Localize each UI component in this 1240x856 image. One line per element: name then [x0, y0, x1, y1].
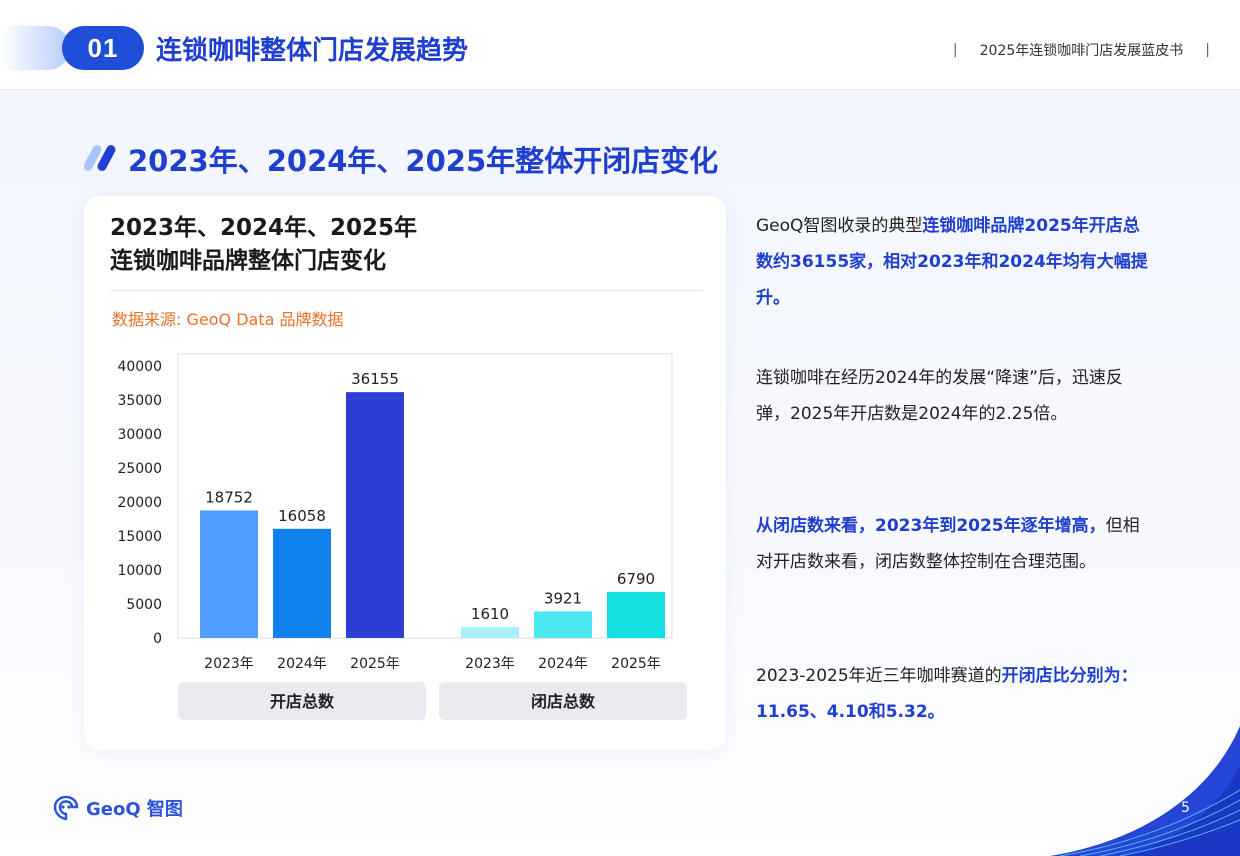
- data-label: 1610: [471, 605, 509, 623]
- x-tick-label: 2024年: [538, 656, 588, 672]
- y-tick-label: 0: [153, 631, 162, 647]
- geoq-logo-icon: [53, 795, 79, 821]
- paragraph-4-lead: 2023-2025年近三年咖啡赛道的: [756, 666, 1002, 686]
- data-source: 数据来源: GeoQ Data 品牌数据: [112, 310, 344, 329]
- bar: [346, 392, 404, 638]
- slash-marks-icon: [84, 145, 116, 171]
- bar: [534, 611, 592, 638]
- data-label: 3921: [544, 589, 582, 607]
- corner-decoration: [1050, 726, 1240, 856]
- group-label: 闭店总数: [531, 692, 596, 711]
- header-glow: [0, 26, 70, 70]
- data-label: 18752: [205, 488, 253, 506]
- chart-title-line2: 连锁咖啡品牌整体门店变化: [110, 248, 386, 274]
- report-name: 2025年连锁咖啡门店发展蓝皮书: [979, 43, 1184, 59]
- report-name-label: | 2025年连锁咖啡门店发展蓝皮书 |: [953, 40, 1210, 60]
- data-label: 6790: [617, 570, 655, 588]
- separator-left: |: [952, 42, 958, 58]
- separator-right: |: [1205, 42, 1210, 58]
- bar: [273, 528, 331, 638]
- y-tick-label: 15000: [117, 529, 162, 545]
- page-header: 01 连锁咖啡整体门店发展趋势 | 2025年连锁咖啡门店发展蓝皮书 |: [0, 0, 1240, 90]
- group-label: 开店总数: [270, 692, 335, 711]
- x-tick-label: 2023年: [465, 656, 515, 672]
- paragraph-1: GeoQ智图收录的典型连锁咖啡品牌2025年开店总数约36155家，相对2023…: [756, 208, 1156, 316]
- bar: [461, 627, 519, 638]
- paragraph-3-highlight: 从闭店数来看，2023年到2025年逐年增高，: [756, 516, 1106, 536]
- y-tick-label: 35000: [117, 393, 162, 409]
- y-tick-label: 30000: [117, 427, 162, 443]
- section-number-badge: 01: [62, 26, 144, 70]
- bar: [200, 510, 258, 638]
- y-tick-label: 40000: [117, 359, 162, 375]
- y-tick-label: 25000: [117, 461, 162, 477]
- bar-chart: 0 5000 10000 15000 20000 25000 30000 35000 40000…: [117, 353, 687, 720]
- paragraph-2: 连锁咖啡在经历2024年的发展“降速”后，迅速反弹，2025年开店数是2024年…: [756, 368, 1123, 424]
- y-tick-label: 10000: [117, 563, 162, 579]
- x-tick-label: 2024年: [277, 656, 327, 672]
- y-tick-label: 5000: [126, 597, 162, 613]
- slide-title: 2023年、2024年、2025年整体开闭店变化: [128, 144, 719, 178]
- paragraph-3: 从闭店数来看，2023年到2025年逐年增高，但相对开店数来看，闭店数整体控制在…: [756, 508, 1156, 580]
- chart-title: 2023年、2024年、2025年 连锁咖啡品牌整体门店变化: [110, 212, 417, 278]
- page-number: 5: [1181, 800, 1190, 816]
- x-tick-label: 2025年: [350, 656, 400, 672]
- x-tick-label: 2023年: [204, 656, 254, 672]
- section-title: 连锁咖啡整体门店发展趋势: [156, 36, 469, 66]
- bar: [607, 591, 665, 638]
- data-label: 36155: [351, 370, 399, 388]
- card-divider: [110, 290, 702, 291]
- data-label: 16058: [278, 507, 326, 525]
- y-tick-label: 20000: [117, 495, 162, 511]
- logo-text: GeoQ 智图: [86, 799, 183, 820]
- paragraph-1-lead: GeoQ智图收录的典型: [756, 216, 923, 236]
- chart-title-line1: 2023年、2024年、2025年: [110, 215, 418, 241]
- geoq-logo: GeoQ 智图: [52, 794, 183, 822]
- x-tick-label: 2025年: [611, 656, 661, 672]
